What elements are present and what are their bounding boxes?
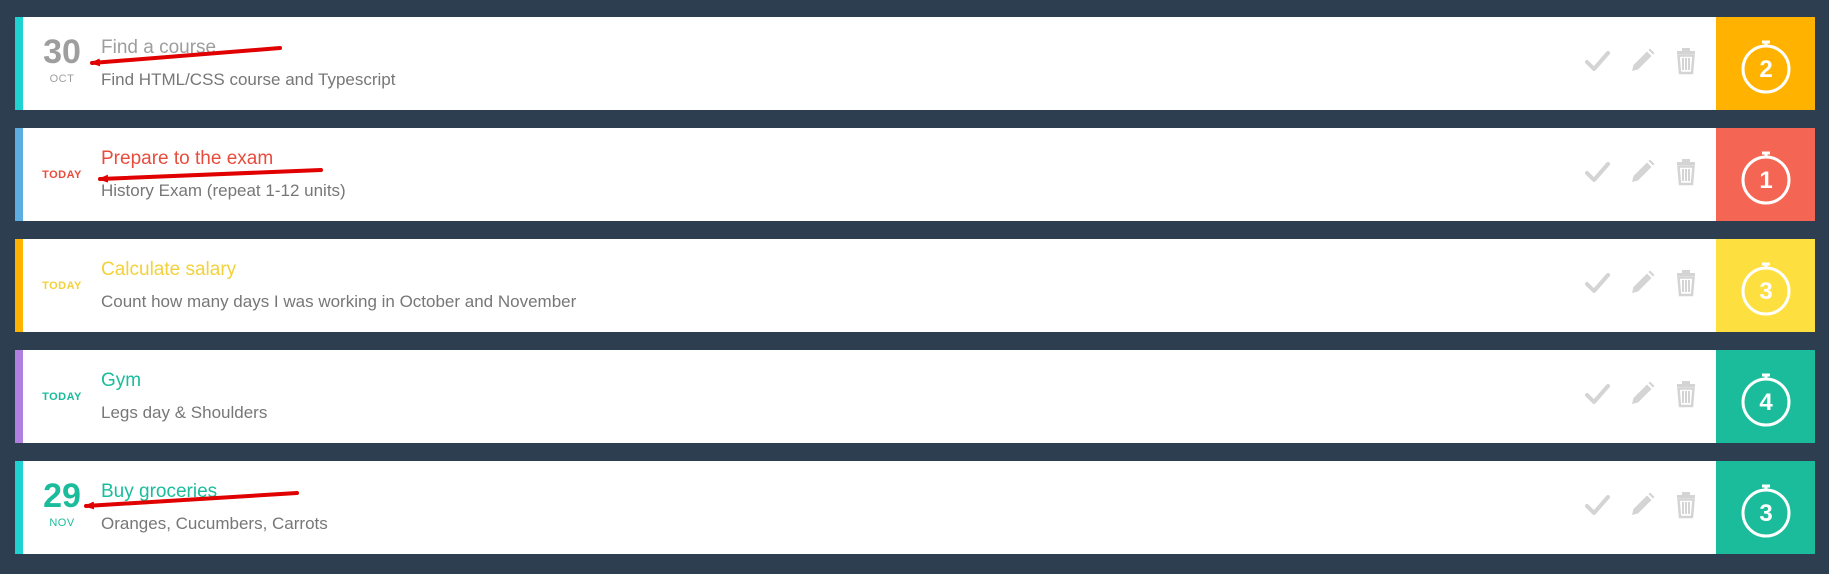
task-date-today: TODAY	[42, 391, 82, 403]
task-title: Gym	[101, 370, 142, 391]
delete-task-button[interactable]	[1669, 377, 1703, 411]
task-color-stripe	[15, 128, 23, 221]
pencil-icon	[1632, 381, 1655, 404]
task-description: Count how many days I was working in Oct…	[101, 292, 577, 311]
task-content: Calculate salary Count how many days I w…	[101, 239, 1301, 332]
task-list: 30 OCT Find a course Find HTML/CSS cours…	[15, 17, 1815, 572]
priority-number: 2	[1759, 56, 1773, 83]
task-actions	[1580, 239, 1705, 332]
task-date: TODAY	[23, 350, 101, 443]
task-description: Oranges, Cucumbers, Carrots	[101, 514, 328, 533]
edit-task-button[interactable]	[1625, 155, 1659, 189]
priority-number: 4	[1759, 389, 1773, 416]
task-priority: 1	[1716, 128, 1815, 221]
task-priority: 2	[1716, 17, 1815, 110]
task-title: Buy groceries	[101, 481, 218, 502]
check-icon	[1585, 495, 1610, 515]
task-item[interactable]: TODAY Gym Legs day & Shoulders 4	[15, 350, 1815, 443]
task-priority: 3	[1716, 461, 1815, 554]
complete-task-button[interactable]	[1580, 155, 1614, 189]
delete-task-button[interactable]	[1669, 44, 1703, 78]
priority-number: 3	[1759, 278, 1773, 305]
task-actions	[1580, 128, 1705, 221]
task-date: TODAY	[23, 239, 101, 332]
task-description: Legs day & Shoulders	[101, 403, 268, 422]
task-item[interactable]: 29 NOV Buy groceries Oranges, Cucumbers,…	[15, 461, 1815, 554]
task-color-stripe	[15, 461, 23, 554]
task-date: 30 OCT	[23, 17, 101, 110]
edit-task-button[interactable]	[1625, 377, 1659, 411]
priority-number: 3	[1759, 500, 1773, 527]
trash-icon	[1677, 492, 1695, 519]
task-actions	[1580, 461, 1705, 554]
task-item[interactable]: 30 OCT Find a course Find HTML/CSS cours…	[15, 17, 1815, 110]
task-color-stripe	[15, 350, 23, 443]
priority-timer-button[interactable]: 3	[1738, 479, 1794, 539]
priority-timer-button[interactable]: 4	[1738, 368, 1794, 428]
trash-icon	[1677, 159, 1695, 186]
delete-task-button[interactable]	[1669, 488, 1703, 522]
trash-icon	[1677, 48, 1695, 75]
delete-task-button[interactable]	[1669, 266, 1703, 300]
task-priority: 3	[1716, 239, 1815, 332]
task-date-month: NOV	[49, 517, 75, 529]
task-date-today: TODAY	[42, 169, 82, 181]
trash-icon	[1677, 381, 1695, 408]
task-color-stripe	[15, 239, 23, 332]
task-date-day: 30	[43, 33, 81, 71]
task-content: Find a course Find HTML/CSS course and T…	[101, 17, 1301, 110]
check-icon	[1585, 162, 1610, 182]
priority-timer-button[interactable]: 2	[1738, 35, 1794, 95]
task-color-stripe	[15, 17, 23, 110]
pencil-icon	[1632, 270, 1655, 293]
delete-task-button[interactable]	[1669, 155, 1703, 189]
edit-task-button[interactable]	[1625, 44, 1659, 78]
pencil-icon	[1632, 48, 1655, 71]
task-title: Prepare to the exam	[101, 148, 274, 169]
priority-timer-button[interactable]: 1	[1738, 146, 1794, 206]
task-actions	[1580, 17, 1705, 110]
trash-icon	[1677, 270, 1695, 297]
task-content: Gym Legs day & Shoulders	[101, 350, 1301, 443]
complete-task-button[interactable]	[1580, 266, 1614, 300]
task-description: History Exam (repeat 1-12 units)	[101, 181, 346, 200]
complete-task-button[interactable]	[1580, 488, 1614, 522]
check-icon	[1585, 273, 1610, 293]
task-content: Buy groceries Oranges, Cucumbers, Carrot…	[101, 461, 1301, 554]
task-title: Find a course	[101, 37, 217, 58]
priority-timer-button[interactable]: 3	[1738, 257, 1794, 317]
pencil-icon	[1632, 492, 1655, 515]
complete-task-button[interactable]	[1580, 44, 1614, 78]
task-item[interactable]: TODAY Prepare to the exam History Exam (…	[15, 128, 1815, 221]
task-actions	[1580, 350, 1705, 443]
edit-task-button[interactable]	[1625, 488, 1659, 522]
check-icon	[1585, 384, 1610, 404]
pencil-icon	[1632, 159, 1655, 182]
task-item[interactable]: TODAY Calculate salary Count how many da…	[15, 239, 1815, 332]
task-date-today: TODAY	[42, 280, 82, 292]
task-date: TODAY	[23, 128, 101, 221]
task-content: Prepare to the exam History Exam (repeat…	[101, 128, 1301, 221]
priority-number: 1	[1759, 167, 1773, 194]
task-priority: 4	[1716, 350, 1815, 443]
task-title: Calculate salary	[101, 259, 237, 280]
task-description: Find HTML/CSS course and Typescript	[101, 70, 396, 89]
complete-task-button[interactable]	[1580, 377, 1614, 411]
check-icon	[1585, 51, 1610, 71]
task-date-day: 29	[43, 477, 81, 515]
edit-task-button[interactable]	[1625, 266, 1659, 300]
task-date: 29 NOV	[23, 461, 101, 554]
task-date-month: OCT	[49, 73, 75, 85]
